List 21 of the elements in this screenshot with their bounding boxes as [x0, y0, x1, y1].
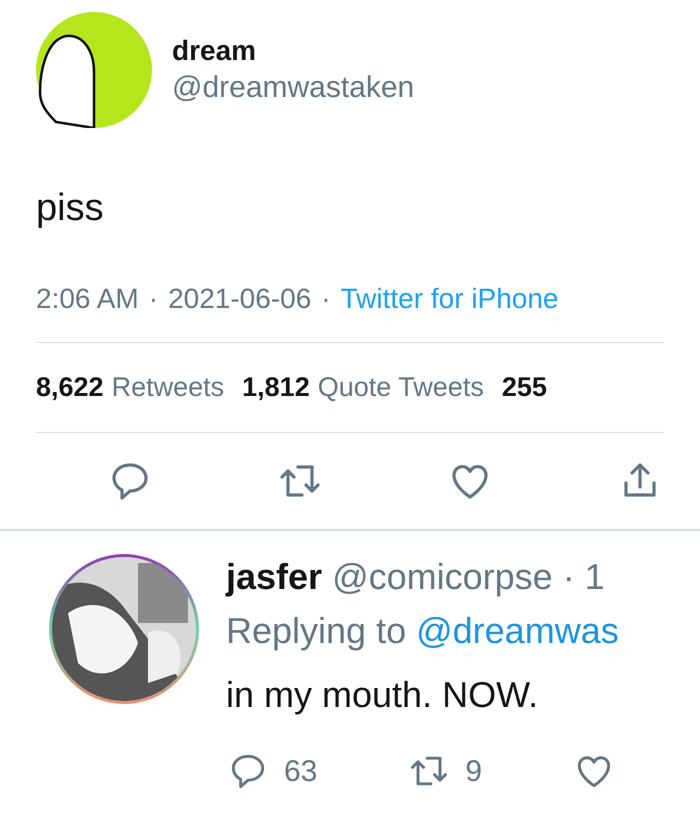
stat-label[interactable]: Quote Tweets [318, 367, 484, 408]
timestamp: 2:06 AM [36, 282, 139, 316]
stat-label[interactable]: Retweets [112, 367, 224, 408]
reply-text: in my mouth. NOW. [226, 672, 540, 716]
action-count: 63 [284, 754, 318, 790]
action-count: 9 [465, 754, 482, 790]
stat-count: 8,622 [36, 371, 104, 404]
reply-author-handle: @comicorpse [332, 554, 553, 598]
reply-author-name: jasfer [226, 554, 322, 598]
user-name: dream [172, 34, 258, 68]
separator-dot: · [148, 282, 158, 316]
source-link[interactable]: Twitter for iPhone [340, 278, 558, 320]
mention-link[interactable]: @dreamwas [416, 606, 619, 654]
stat-count: 255 [502, 371, 547, 404]
reply-time: · 1 [562, 554, 605, 598]
user-handle: @dreamwastaken [172, 70, 414, 106]
separator-dot: · [321, 282, 331, 316]
tweet-text: piss [36, 186, 105, 230]
timestamp: 2021-06-06 [168, 282, 312, 316]
replying-to-label: Replying to [226, 608, 406, 652]
stat-count: 1,812 [242, 371, 310, 404]
